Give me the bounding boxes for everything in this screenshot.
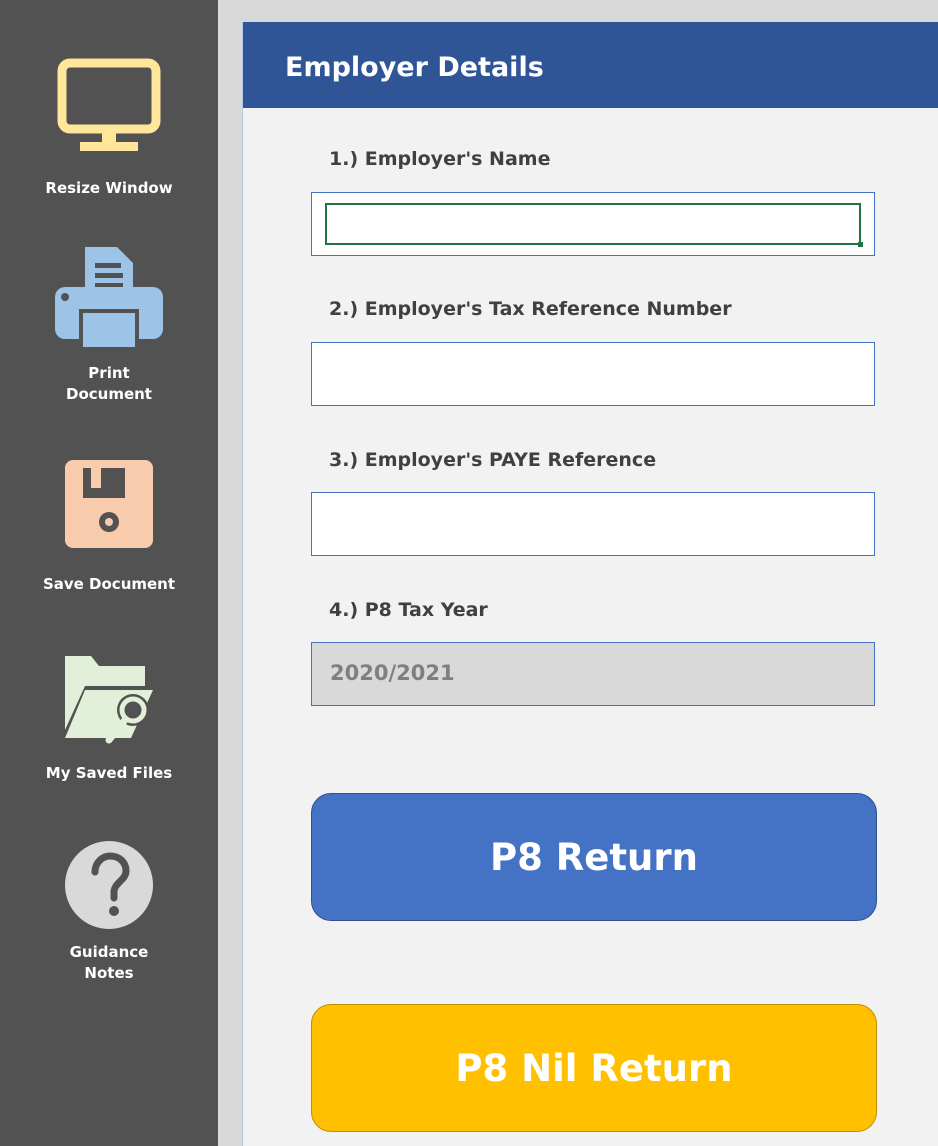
employer-name-field[interactable] — [311, 192, 875, 256]
folder-search-icon — [65, 656, 153, 744]
guidance-notes-button[interactable]: Guidance Notes — [0, 840, 218, 984]
paye-reference-label: 3.) Employer's PAYE Reference — [329, 449, 657, 471]
employer-details-panel: Employer Details 1.) Employer's Name 2.)… — [242, 22, 938, 1146]
question-icon — [65, 841, 153, 929]
my-saved-files-button[interactable]: My Saved Files — [0, 650, 218, 784]
sidebar: Resize Window Print Document Save Docume… — [0, 0, 218, 1146]
resize-window-button[interactable]: Resize Window — [0, 58, 218, 199]
tax-reference-label: 2.) Employer's Tax Reference Number — [329, 298, 732, 320]
tax-year-value: 2020/2021 — [330, 661, 455, 685]
cell-selection — [325, 203, 863, 247]
p8-return-button[interactable]: P8 Return — [311, 793, 877, 921]
print-document-button[interactable]: Print Document — [0, 243, 218, 405]
fill-handle[interactable] — [858, 242, 863, 247]
page-title: Employer Details — [285, 52, 544, 83]
monitor-icon — [57, 58, 161, 151]
employer-name-label: 1.) Employer's Name — [329, 148, 551, 170]
my-saved-files-label: My Saved Files — [45, 764, 173, 782]
panel-header: Employer Details — [243, 22, 938, 108]
floppy-disk-icon — [65, 460, 153, 548]
tax-year-field: 2020/2021 — [311, 642, 875, 706]
guidance-notes-label: Guidance Notes — [69, 943, 149, 982]
p8-nil-return-button[interactable]: P8 Nil Return — [311, 1004, 877, 1132]
tax-year-label: 4.) P8 Tax Year — [329, 599, 488, 621]
tax-reference-field[interactable] — [311, 342, 875, 406]
save-document-label: Save Document — [42, 575, 176, 593]
print-document-label: Print Document — [66, 364, 152, 403]
paye-reference-field[interactable] — [311, 492, 875, 556]
save-document-button[interactable]: Save Document — [0, 458, 218, 595]
printer-icon — [55, 247, 163, 347]
resize-window-label: Resize Window — [45, 179, 173, 197]
